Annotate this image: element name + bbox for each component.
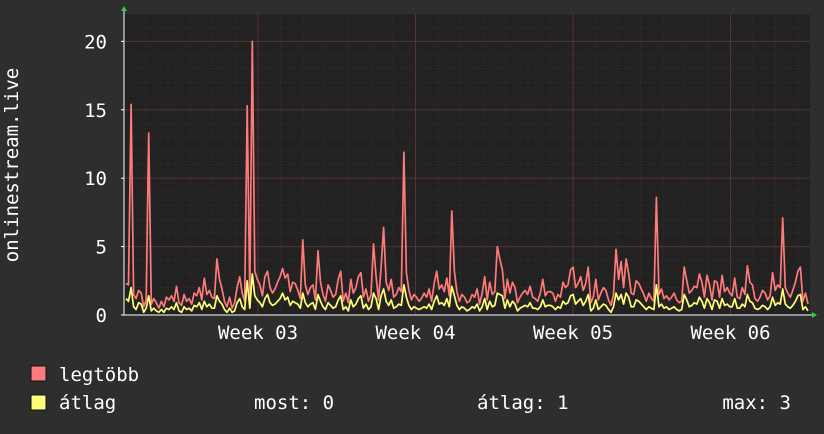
legend-swatch-atlag (30, 394, 47, 411)
y-axis-label: onlinestream.live (1, 68, 23, 262)
legend: legtöbb átlag most: 0 átlag: 1 max: 3 (30, 364, 791, 414)
legend-swatch-legtobb (30, 365, 47, 382)
legend-label-legtobb: legtöbb (59, 364, 139, 386)
legend-label-atlag: átlag (59, 392, 116, 414)
stat-most: most: 0 (254, 392, 334, 414)
x-tick-label: Week 06 (690, 322, 770, 344)
y-tick-label: 5 (96, 237, 107, 259)
chart: 0 5 10 15 20 Week 03 Week 04 Week 05 Week 06 on… (0, 0, 824, 430)
x-tick-label: Week 03 (218, 322, 298, 344)
x-tick-labels: Week 03 Week 04 Week 05 Week 06 (218, 322, 771, 344)
y-axis-arrow (121, 6, 127, 11)
x-tick-label: Week 05 (533, 322, 613, 344)
y-tick-labels: 0 5 10 15 20 (84, 31, 124, 327)
stat-max: max: 3 (722, 392, 791, 414)
y-tick-label: 0 (96, 305, 107, 327)
x-axis-arrow (812, 312, 817, 318)
y-tick-label: 10 (84, 168, 107, 190)
stat-atlag: átlag: 1 (477, 392, 569, 414)
y-tick-label: 20 (84, 31, 107, 53)
y-tick-label: 15 (84, 100, 107, 122)
x-tick-label: Week 04 (375, 322, 455, 344)
chart-svg: 0 5 10 15 20 Week 03 Week 04 Week 05 Week 06 on… (1, 6, 817, 414)
